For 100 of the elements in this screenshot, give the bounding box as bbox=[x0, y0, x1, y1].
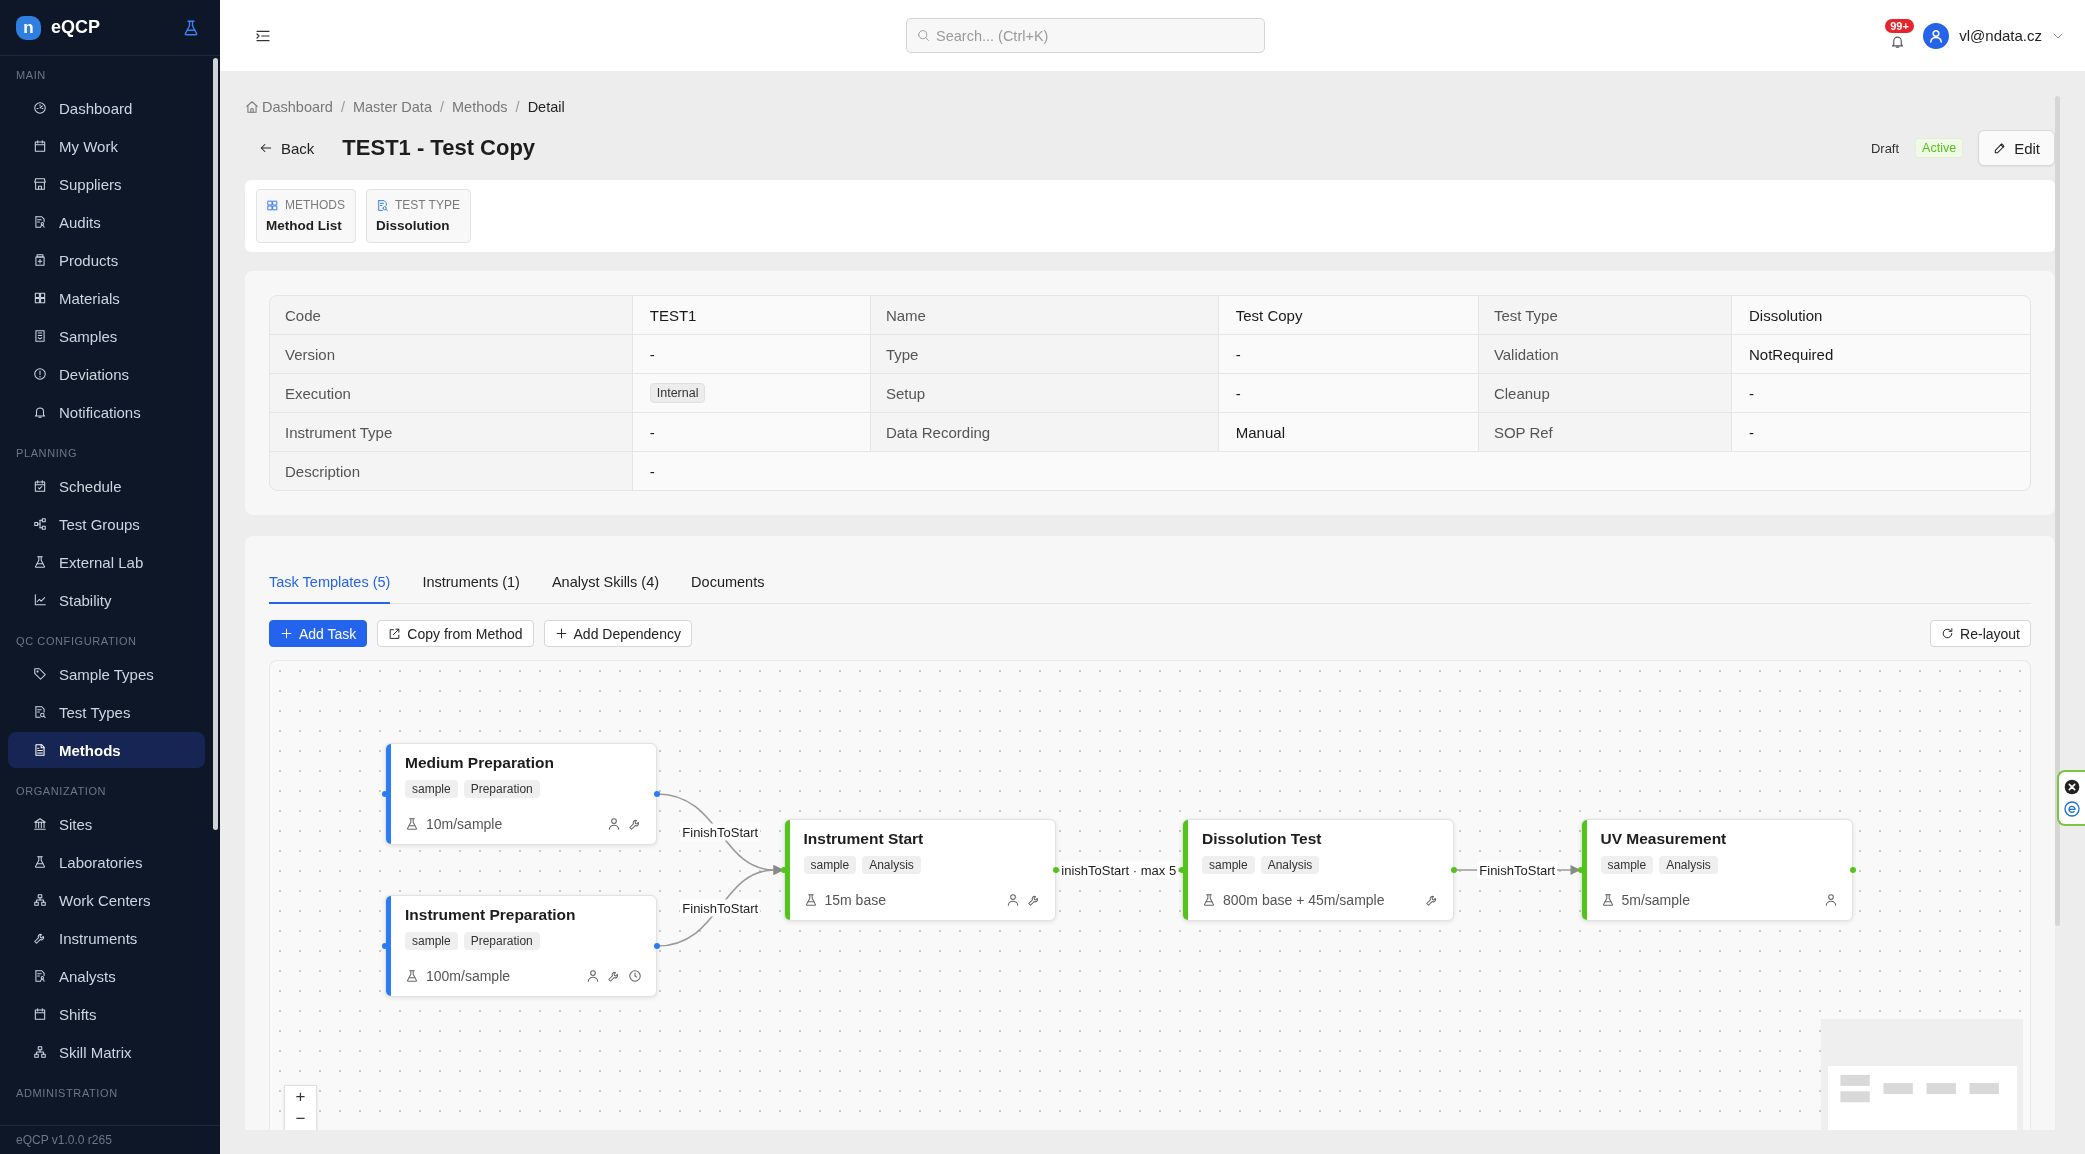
scrollbar-thumb[interactable] bbox=[2055, 96, 2060, 926]
sidebar-item[interactable]: Schedule bbox=[8, 468, 205, 504]
bell-icon[interactable] bbox=[1890, 33, 1906, 49]
tab[interactable]: Instruments (1) bbox=[422, 566, 520, 604]
field-label: Setup bbox=[870, 374, 1218, 412]
sidebar-item[interactable]: Shifts bbox=[8, 996, 205, 1032]
task-node[interactable]: Instrument Start sample Analysis 15m base bbox=[783, 819, 1056, 921]
relayout-button[interactable]: Re-layout bbox=[1930, 620, 2031, 647]
context-tile[interactable]: METHODS Method List bbox=[256, 189, 356, 243]
flow-canvas[interactable] bbox=[269, 660, 2031, 1130]
breadcrumb-link[interactable]: Dashboard bbox=[262, 99, 333, 115]
tab[interactable]: Task Templates (5) bbox=[269, 566, 391, 604]
task-title: Instrument Start bbox=[803, 829, 925, 849]
sidebar-item[interactable]: My Work bbox=[8, 128, 205, 164]
zoom-button[interactable]: + bbox=[285, 1086, 316, 1108]
flask-icon[interactable] bbox=[182, 18, 200, 37]
flask-icon bbox=[1202, 893, 1216, 907]
field-label: Code bbox=[270, 296, 632, 334]
document-person-icon bbox=[33, 215, 47, 229]
sidebar-item[interactable]: Dashboard bbox=[8, 90, 205, 126]
sidebar-item[interactable]: Work Centers bbox=[8, 882, 205, 918]
pencil-icon bbox=[1993, 141, 2008, 155]
tile-value: Method List bbox=[266, 217, 343, 235]
task-title: Dissolution Test bbox=[1202, 829, 1323, 849]
edge-label: inishToStart · max 5 bbox=[1059, 861, 1179, 879]
sidebar-item[interactable]: Samples bbox=[8, 318, 205, 354]
alert-circle-icon bbox=[33, 367, 47, 381]
duration-text: 5m/sample bbox=[1621, 891, 1690, 910]
refresh-icon bbox=[1941, 627, 1955, 640]
connection-handle[interactable] bbox=[1451, 867, 1457, 873]
arrow-left-icon bbox=[259, 141, 273, 155]
sidebar-item[interactable]: Audits bbox=[8, 204, 205, 240]
sidebar-item[interactable]: Test Types bbox=[8, 694, 205, 730]
breadcrumb-current: Detail bbox=[527, 99, 565, 115]
task-tag: Analysis bbox=[1659, 856, 1718, 874]
sidebar-item[interactable]: Deviations bbox=[8, 356, 205, 392]
back-button[interactable]: Back bbox=[253, 135, 321, 161]
section-title: QC CONFIGURATION bbox=[15, 634, 138, 649]
sidebar-item[interactable]: Suppliers bbox=[8, 166, 205, 202]
connection-handle[interactable] bbox=[1179, 867, 1185, 873]
home-icon[interactable] bbox=[245, 100, 259, 114]
sidebar-item[interactable]: Skill Matrix bbox=[8, 1034, 205, 1070]
tab[interactable]: Documents bbox=[691, 566, 765, 604]
connection-handle[interactable] bbox=[1577, 867, 1584, 873]
field-value: - bbox=[1218, 335, 1478, 373]
sidebar-item[interactable]: Methods bbox=[8, 732, 205, 768]
edit-button[interactable]: Edit bbox=[1978, 130, 2055, 166]
sidebar-item[interactable]: Sites bbox=[8, 806, 205, 842]
circle-e-icon[interactable] bbox=[2064, 801, 2080, 817]
sidebar-item[interactable]: Products bbox=[8, 242, 205, 278]
duration-text: 10m/sample bbox=[426, 815, 503, 834]
field-label: Execution bbox=[270, 374, 632, 412]
task-node[interactable]: Medium Preparation sample Preparation 10m/sample bbox=[385, 743, 657, 845]
sidebar-item[interactable]: Materials bbox=[8, 280, 205, 316]
breadcrumb-link[interactable]: Methods bbox=[452, 99, 508, 115]
connection-handle[interactable] bbox=[654, 943, 660, 949]
context-tile[interactable]: TEST TYPE Dissolution bbox=[366, 189, 471, 243]
task-node[interactable]: UV Measurement sample Analysis 5m/sample bbox=[1580, 819, 1853, 921]
task-node[interactable]: Dissolution Test sample Analysis 800m base + 45m/sample bbox=[1182, 819, 1454, 921]
task-tag: Analysis bbox=[862, 856, 921, 874]
breadcrumb-link[interactable]: Master Data bbox=[352, 99, 432, 115]
document-text-icon bbox=[33, 743, 47, 757]
sidebar-item[interactable]: Test Groups bbox=[8, 506, 205, 542]
document-icon bbox=[33, 329, 47, 343]
calendar-check-icon bbox=[33, 479, 47, 493]
task-title: Instrument Preparation bbox=[405, 905, 577, 925]
field-label: Instrument Type bbox=[270, 413, 632, 451]
task-tag: sample bbox=[1600, 856, 1654, 874]
sidebar-item[interactable]: Stability bbox=[8, 582, 205, 618]
sidebar-item[interactable]: Laboratories bbox=[8, 844, 205, 880]
document-person-icon bbox=[33, 969, 47, 983]
connection-handle[interactable] bbox=[654, 791, 660, 797]
sidebar-item[interactable]: Sample Types bbox=[8, 656, 205, 692]
sidebar-item[interactable]: Instruments bbox=[8, 920, 205, 956]
connection-handle[interactable] bbox=[1052, 867, 1059, 873]
field-label: Validation bbox=[1478, 335, 1731, 373]
connection-handle[interactable] bbox=[1849, 867, 1856, 873]
field-label: Data Recording bbox=[870, 413, 1218, 451]
bank-icon bbox=[33, 817, 47, 831]
task-node[interactable]: Instrument Preparation sample Preparation 100m/sample bbox=[385, 895, 657, 997]
toolbar-button[interactable]: Add Dependency bbox=[543, 620, 692, 647]
field-value: - bbox=[1732, 374, 2030, 412]
toolbar-button[interactable]: Add Task bbox=[269, 620, 368, 647]
sidebar-item[interactable]: Analysts bbox=[8, 958, 205, 994]
tab[interactable]: Analyst Skills (4) bbox=[551, 566, 660, 604]
close-circle-icon[interactable] bbox=[2064, 779, 2080, 795]
field-value: - bbox=[1732, 413, 2030, 451]
connection-handle[interactable] bbox=[780, 867, 787, 873]
scrollbar-thumb[interactable] bbox=[213, 58, 218, 830]
flask-icon bbox=[803, 893, 818, 907]
search-field[interactable]: Search... (Ctrl+K) bbox=[906, 18, 1265, 53]
edge-label: FinishToStart bbox=[1477, 861, 1558, 879]
user-menu[interactable]: vl@ndata.cz bbox=[1923, 22, 2064, 49]
zoom-button[interactable]: − bbox=[285, 1108, 316, 1130]
sidebar-item[interactable]: Notifications bbox=[8, 394, 205, 430]
connection-handle[interactable] bbox=[382, 943, 388, 949]
sidebar-item[interactable]: External Lab bbox=[8, 544, 205, 580]
connection-handle[interactable] bbox=[382, 791, 388, 797]
task-tag: sample bbox=[405, 780, 458, 798]
toolbar-button[interactable]: Copy from Method bbox=[377, 620, 534, 647]
